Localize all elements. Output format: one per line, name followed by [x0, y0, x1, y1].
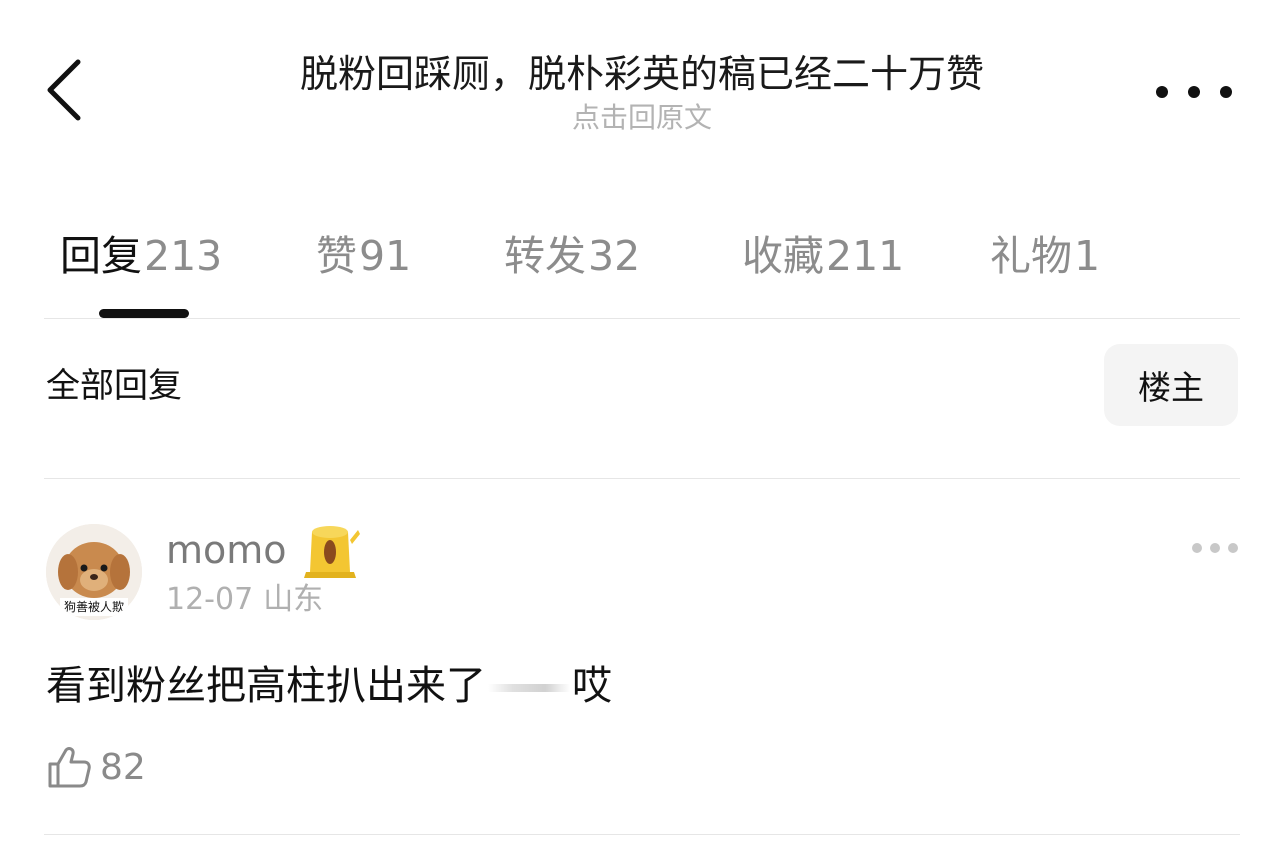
tab-reposts[interactable]: 转发32	[504, 228, 640, 284]
avatar[interactable]: 狗善被人欺	[46, 524, 142, 620]
more-dot	[1188, 86, 1200, 98]
tab-count: 211	[826, 232, 905, 280]
tab-label: 回复	[60, 232, 142, 280]
tab-replies[interactable]: 回复213	[60, 228, 222, 284]
tab-likes[interactable]: 赞91	[316, 228, 411, 284]
tab-count: 32	[588, 232, 641, 280]
more-options-button[interactable]	[1156, 70, 1232, 114]
more-dot	[1192, 543, 1202, 553]
filter-divider	[44, 478, 1240, 479]
comment-text-part: 哎	[572, 663, 612, 709]
comment-text-part: 看到粉丝把高柱扒出来了	[46, 663, 486, 709]
page-title: 脱粉回踩厕，脱朴彩英的稿已经二十万赞	[299, 52, 984, 96]
tab-count: 91	[359, 232, 412, 280]
more-dot	[1220, 86, 1232, 98]
back-to-original-link[interactable]: 点击回原文	[160, 100, 1124, 136]
chevron-left-icon	[47, 59, 81, 121]
top-navigation-bar: 脱粉回踩厕，脱朴彩英的稿已经二十万赞 点击回原文	[0, 0, 1284, 150]
tree-stump-badge-icon	[304, 526, 360, 578]
comment-meta: 12-07 山东	[166, 580, 323, 620]
thumbs-up-icon	[48, 747, 91, 788]
like-count: 82	[100, 746, 146, 788]
tab-label: 收藏	[742, 232, 824, 280]
tab-count: 1	[1074, 232, 1101, 280]
tab-count: 213	[144, 232, 223, 280]
more-dot	[1210, 543, 1220, 553]
tab-label: 赞	[316, 232, 357, 280]
more-dot	[1228, 543, 1238, 553]
all-replies-heading: 全部回复	[46, 366, 182, 406]
comment-body: 看到粉丝把高柱扒出来了 哎	[46, 658, 612, 714]
back-button[interactable]	[36, 52, 96, 128]
avatar-caption: 狗善被人欺	[63, 600, 124, 614]
user-badge	[302, 518, 362, 580]
comment-username[interactable]: momo	[166, 524, 287, 576]
redacted-mark	[488, 684, 570, 692]
tab-label: 转发	[504, 232, 586, 280]
comment-date: 12-07	[166, 582, 254, 617]
tab-gifts[interactable]: 礼物1	[990, 228, 1100, 284]
op-only-filter-button[interactable]: 楼主	[1104, 344, 1238, 426]
comment-more-button[interactable]	[1192, 538, 1238, 558]
like-button[interactable]: 82	[46, 742, 146, 792]
tabs-divider	[44, 318, 1240, 319]
tab-label: 礼物	[990, 232, 1072, 280]
interaction-tabs: 回复213 赞91 转发32 收藏211 礼物1	[44, 200, 1240, 318]
comment-location: 山东	[263, 582, 324, 617]
active-tab-indicator	[99, 309, 189, 318]
more-dot	[1156, 86, 1168, 98]
comment-item: 狗善被人欺 momo 12-07 山东 看到粉丝把高柱扒出来了 哎 82	[0, 480, 1284, 835]
comment-divider	[44, 834, 1240, 835]
tab-favorites[interactable]: 收藏211	[742, 228, 904, 284]
